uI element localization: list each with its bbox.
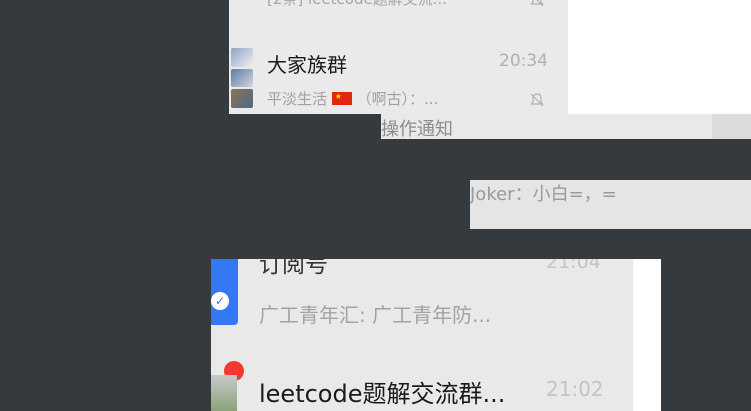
- bell-off-icon: [529, 0, 545, 8]
- notice-strip-edge: [712, 114, 751, 139]
- chat-name: 订阅号: [259, 259, 328, 278]
- chat-preview: [2条] leetcode题解交流...: [267, 0, 447, 9]
- chat-row-family-group[interactable]: 大家族群 20:34 平淡生活 ★ （啊古）：...: [229, 40, 568, 114]
- group-avatar: [231, 48, 253, 108]
- subscription-icon: ✓: [211, 259, 238, 325]
- check-icon: ✓: [211, 292, 229, 310]
- white-pane: [633, 259, 661, 411]
- chat-time: 21:02: [546, 377, 604, 401]
- group-avatar: [211, 375, 237, 411]
- chat-row-leetcode-group[interactable]: leetcode题解交流群... 21:02: [211, 349, 633, 411]
- chat-name: leetcode题解交流群...: [259, 380, 506, 408]
- chat-list-top-fragment: [2条] leetcode题解交流... 大家族群 20:34 平淡生活 ★ （…: [229, 0, 568, 114]
- chat-list-bottom-fragment: ✓ 订阅号 21:04 广工青年汇: 广工青年防... leetcode题解交流…: [211, 259, 633, 411]
- message-preview-fragment[interactable]: Joker：小白=，=: [470, 180, 751, 229]
- chat-preview: 广工青年汇: 广工青年防...: [259, 303, 492, 327]
- chat-time: 20:34: [499, 51, 548, 71]
- notice-strip[interactable]: 操作通知: [381, 114, 712, 139]
- flag-icon: ★: [331, 92, 352, 105]
- chat-row-subscription[interactable]: ✓ 订阅号 21:04 广工青年汇: 广工青年防...: [211, 259, 633, 349]
- message-preview-text: Joker：小白=，=: [470, 184, 617, 205]
- notice-text: 操作通知: [381, 119, 453, 139]
- bell-off-icon: [529, 92, 545, 108]
- white-pane: [568, 0, 751, 114]
- chat-row-partial[interactable]: [2条] leetcode题解交流...: [229, 0, 568, 12]
- chat-preview: 平淡生活 ★ （啊古）：...: [267, 90, 439, 108]
- chat-name: 大家族群: [267, 53, 347, 77]
- chat-time: 21:04: [546, 259, 601, 273]
